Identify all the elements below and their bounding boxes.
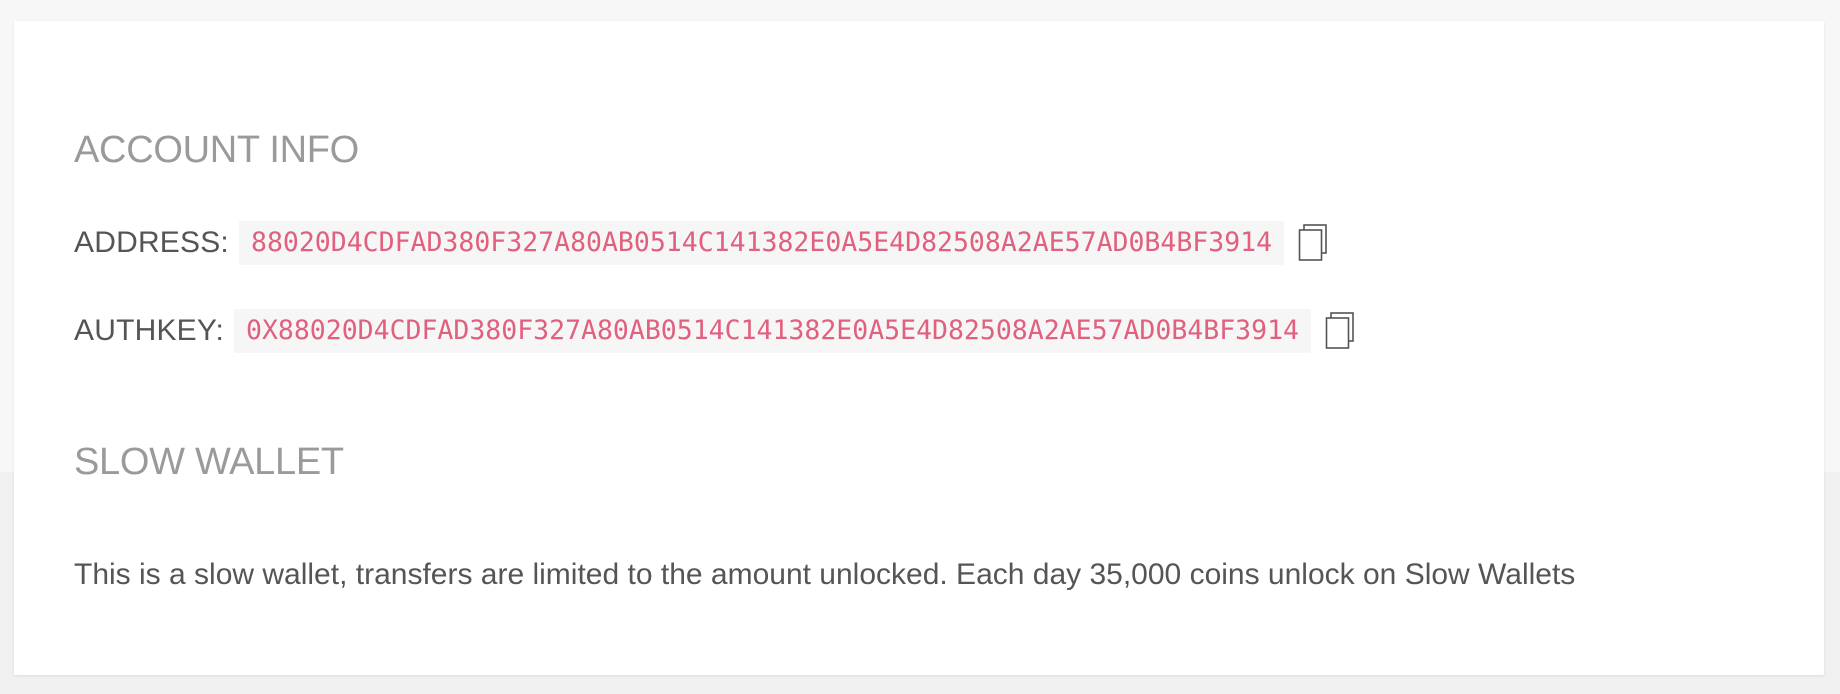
authkey-row: AUTHKEY: 0X88020D4CDFAD380F327A80AB0514C… xyxy=(74,309,1355,353)
copy-icon xyxy=(1325,312,1354,349)
account-info-title: ACCOUNT INFO xyxy=(74,129,359,171)
slow-wallet-title: SLOW WALLET xyxy=(74,441,344,483)
slow-wallet-description: This is a slow wallet, transfers are lim… xyxy=(74,558,1576,591)
copy-address-button[interactable] xyxy=(1298,224,1328,262)
address-label: ADDRESS: xyxy=(74,226,229,259)
address-row: ADDRESS: 88020D4CDFAD380F327A80AB0514C14… xyxy=(74,221,1328,265)
account-card: ACCOUNT INFO ADDRESS: 88020D4CDFAD380F32… xyxy=(14,21,1824,675)
address-value[interactable]: 88020D4CDFAD380F327A80AB0514C141382E0A5E… xyxy=(238,221,1285,265)
authkey-value[interactable]: 0X88020D4CDFAD380F327A80AB0514C141382E0A… xyxy=(233,309,1311,353)
copy-authkey-button[interactable] xyxy=(1325,312,1355,350)
authkey-label: AUTHKEY: xyxy=(74,314,224,347)
copy-icon xyxy=(1298,224,1327,261)
